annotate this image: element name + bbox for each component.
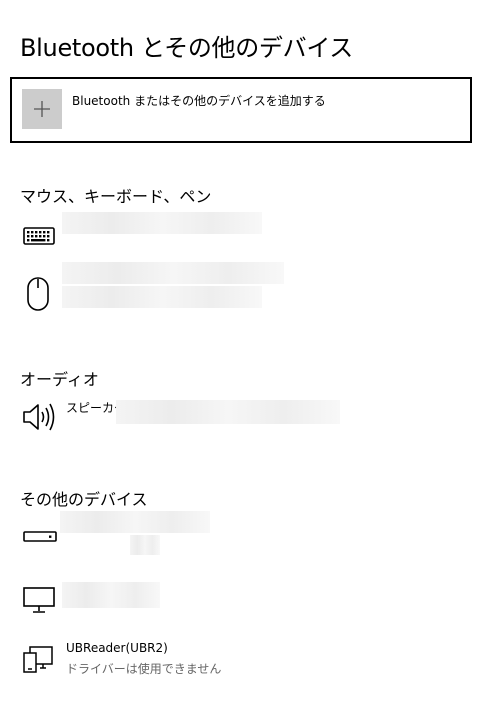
drive-icon — [23, 531, 57, 542]
device-speaker[interactable]: スピーカー — [20, 397, 480, 445]
add-device-button[interactable]: Bluetooth またはその他のデバイスを追加する — [10, 77, 472, 143]
section-title-other: その他のデバイス — [20, 490, 148, 509]
blurred-device-status — [62, 286, 262, 308]
devices-icon — [23, 646, 53, 673]
blurred-device-name — [60, 511, 210, 533]
blurred-device-name — [62, 212, 262, 234]
section-title-audio: オーディオ — [20, 370, 99, 389]
device-monitor[interactable] — [20, 580, 480, 628]
keyboard-icon — [23, 227, 55, 245]
blurred-device-name — [116, 400, 340, 424]
plus-icon — [34, 101, 50, 117]
blurred-device-name — [62, 262, 284, 284]
device-name: UBReader(UBR2) — [66, 641, 168, 655]
section-title-input: マウス、キーボード、ペン — [20, 187, 212, 206]
add-tile — [22, 89, 62, 129]
mouse-icon — [27, 277, 49, 311]
monitor-icon — [23, 587, 55, 613]
blurred-device-name — [62, 582, 160, 608]
device-mouse[interactable] — [20, 262, 480, 311]
blurred-device-status — [130, 535, 160, 555]
device-status: ドライバーは使用できません — [66, 662, 222, 676]
add-device-label: Bluetooth またはその他のデバイスを追加する — [72, 94, 326, 108]
speaker-icon — [23, 403, 55, 431]
device-keyboard[interactable] — [20, 212, 480, 260]
device-ubreader[interactable]: UBReader(UBR2) ドライバーは使用できません — [20, 640, 480, 688]
device-drive[interactable] — [20, 511, 480, 559]
page-title: Bluetooth とその他のデバイス — [20, 34, 353, 62]
